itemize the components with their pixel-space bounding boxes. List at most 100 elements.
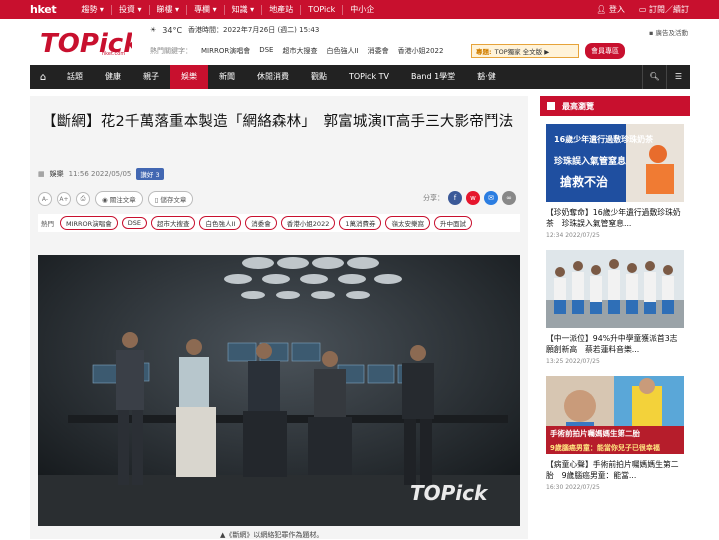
save-article-button[interactable]: ▯ 儲存文章 xyxy=(147,191,194,207)
svg-text:hket.com: hket.com xyxy=(102,51,125,57)
thumbnail[interactable]: 手術前拍片囑媽媽生第二胎 9歲腦癌男童：能當你兒子已很幸福 xyxy=(546,376,684,454)
link-icon[interactable]: ∞ xyxy=(502,191,516,205)
sidebar: 最高瀏覽 16歲少年遺行過敷珍珠奶茶 珍珠誤入氣管窒息 搶救不治 【珍奶奪命】1… xyxy=(540,96,690,539)
nav-item-active[interactable]: 娛樂 xyxy=(170,65,208,89)
hot-keyword[interactable]: MIRROR演唱會 xyxy=(201,46,250,56)
top-nav-item[interactable]: TOPick xyxy=(301,4,344,15)
font-increase-button[interactable]: A+ xyxy=(57,192,71,206)
nav-item[interactable]: 休閒消費 xyxy=(246,65,300,89)
tag[interactable]: 白色強人II xyxy=(199,216,242,230)
article-tools: A- A+ ⎙ ◉ 關注文章 ▯ 儲存文章 xyxy=(38,191,194,207)
search-icon[interactable]: 🔍︎ xyxy=(642,65,666,89)
top-nav-item[interactable]: 知識 ▾ xyxy=(225,4,263,15)
most-viewed-item[interactable]: 手術前拍片囑媽媽生第二胎 9歲腦癌男童：能當你兒子已很幸福 【病童心聲】手術前拍… xyxy=(546,376,684,491)
font-decrease-button[interactable]: A- xyxy=(38,192,52,206)
top-nav-item[interactable]: 中小企 xyxy=(343,5,381,15)
weather-info: ☀ 34°C 香港時間：2022年7月26日 (週二) 15:43 xyxy=(150,25,319,35)
datetime: 香港時間：2022年7月26日 (週二) 15:43 xyxy=(188,26,320,34)
login-button[interactable]: 👤︎ 登入 xyxy=(596,4,625,15)
print-icon[interactable]: ⎙ xyxy=(76,192,90,206)
top-nav-item[interactable]: 睇樓 ▾ xyxy=(150,4,188,15)
top-bar: hket 趨勢 ▾ 投資 ▾ 睇樓 ▾ 專欄 ▾ 知識 ▾ 地產站 TOPick… xyxy=(0,0,719,19)
hot-keyword[interactable]: 超市大搜查 xyxy=(282,46,317,56)
email-icon[interactable]: ✉ xyxy=(484,191,498,205)
hot-keywords-label: 熱門關鍵字： xyxy=(150,47,192,55)
promo-box[interactable]: 專題: TOP獨家 全文版 ▶ xyxy=(471,44,579,58)
tag[interactable]: 消委會 xyxy=(245,216,277,230)
most-viewed-date: 13:25 2022/07/25 xyxy=(546,358,600,365)
follow-article-button[interactable]: ◉ 關注文章 xyxy=(95,191,143,207)
article-photo: TOPick xyxy=(38,255,520,526)
tag[interactable]: MIRROR演唱會 xyxy=(60,216,118,230)
site-header: TOPick hket.com ☀ 34°C 香港時間：2022年7月26日 (… xyxy=(30,19,690,65)
tag[interactable]: 香港小姐2022 xyxy=(280,216,336,230)
facebook-like-button[interactable]: 讚好 3 xyxy=(136,168,164,180)
top-nav-item[interactable]: 地產站 xyxy=(262,4,302,15)
tags-label: 熱門 xyxy=(41,220,54,228)
category-icon: ▦ xyxy=(38,170,45,178)
temperature: 34°C xyxy=(162,25,183,35)
tag[interactable]: 超市大搜查 xyxy=(150,216,196,230)
most-viewed-item[interactable]: 【中一派位】94%升中學童獲派首3志願創新高 蔡若蓮料音樂... 13:25 2… xyxy=(546,250,684,365)
weibo-icon[interactable]: w xyxy=(466,191,480,205)
svg-text:手術前拍片囑媽媽生第二胎: 手術前拍片囑媽媽生第二胎 xyxy=(550,428,640,438)
tag[interactable]: 升中面試 xyxy=(433,216,472,230)
topick-logo[interactable]: TOPick hket.com xyxy=(40,25,132,59)
share-label: 分享： xyxy=(423,194,444,202)
most-viewed-date: 16:30 2022/07/25 xyxy=(546,484,600,491)
hot-keyword[interactable]: DSE xyxy=(259,46,273,56)
nav-item[interactable]: 話題 xyxy=(56,65,94,89)
nav-item[interactable]: 觀點 xyxy=(300,65,338,89)
nav-item[interactable]: Band 1學堂 xyxy=(400,65,466,89)
most-viewed-item[interactable]: 16歲少年遺行過敷珍珠奶茶 珍珠誤入氣管窒息 搶救不治 【珍奶奪命】16歲少年遺… xyxy=(546,124,684,239)
cart-icon: ▭ xyxy=(638,5,647,14)
most-viewed-title[interactable]: 【病童心聲】手術前拍片囑媽媽生第二胎 9歲腦癌男童：能當... xyxy=(546,459,684,481)
hot-keyword[interactable]: 香港小姐2022 xyxy=(398,46,444,56)
bookmark-icon: ▯ xyxy=(154,196,159,204)
nav-item[interactable]: 健康 xyxy=(94,65,132,89)
hot-keyword[interactable]: 消委會 xyxy=(368,46,389,56)
top-nav-item[interactable]: 投資 ▾ xyxy=(112,4,150,15)
thumbnail[interactable] xyxy=(546,250,684,328)
hot-keyword[interactable]: 白色強人II xyxy=(326,46,358,56)
svg-text:9歲腦癌男童：能當你兒子已很幸福: 9歲腦癌男童：能當你兒子已很幸福 xyxy=(550,443,660,452)
article-timestamp: 11:56 2022/05/05 xyxy=(68,170,132,178)
nav-item[interactable]: 豁·健 xyxy=(466,65,507,89)
user-icon: 👤︎ xyxy=(596,5,607,14)
facebook-icon[interactable]: f xyxy=(448,191,462,205)
ad-icon: ▪ xyxy=(649,29,654,37)
most-viewed-title[interactable]: 【中一派位】94%升中學童獲派首3志願創新高 蔡若蓮料音樂... xyxy=(546,333,684,355)
share-bar: 分享： f w ✉ ∞ xyxy=(423,191,516,205)
cast-photo: TOPick xyxy=(38,255,520,526)
thumbnail[interactable]: 16歲少年遺行過敷珍珠奶茶 珍珠誤入氣管窒息 搶救不治 xyxy=(546,124,684,202)
hket-logo[interactable]: hket xyxy=(30,3,57,16)
tag[interactable]: DSE xyxy=(121,217,147,229)
most-viewed-heading: 最高瀏覽 xyxy=(540,96,690,116)
home-icon[interactable]: ⌂ xyxy=(30,72,56,83)
most-viewed-title[interactable]: 【珍奶奪命】16歲少年遺行過敷珍珠奶茶 珍珠誤入氣管窒息... xyxy=(546,207,684,229)
menu-icon[interactable]: ☰ xyxy=(666,65,690,89)
main-nav: ⌂ 話題 健康 親子 娛樂 新聞 休閒消費 觀點 TOPick TV Band … xyxy=(30,65,690,89)
eye-icon: ◉ xyxy=(102,196,108,204)
article-headline: 【斷網】花2千萬落重本製造「網絡森林」 郭富城演IT高手三大影帝鬥法 xyxy=(42,114,514,130)
article-meta: ▦ 娛樂 11:56 2022/05/05 讚好 3 xyxy=(38,168,164,180)
top-nav-item[interactable]: 專欄 ▾ xyxy=(187,4,225,15)
nav-item[interactable]: 新聞 xyxy=(208,65,246,89)
ad-link[interactable]: ▪ 廣告及活動 xyxy=(649,27,688,37)
tag[interactable]: 1萬消費券 xyxy=(339,216,382,230)
most-viewed-date: 12:34 2022/07/25 xyxy=(546,232,600,239)
svg-text:TOPick: TOPick xyxy=(410,481,489,505)
svg-text:珍珠誤入氣管窒息: 珍珠誤入氣管窒息 xyxy=(554,155,626,167)
member-zone-button[interactable]: 會員專區 xyxy=(585,43,625,59)
top-nav-item[interactable]: 趨勢 ▾ xyxy=(74,4,112,15)
article-category[interactable]: 娛樂 xyxy=(50,169,64,179)
tag[interactable]: 嶺太安樂窩 xyxy=(385,216,430,230)
nav-item[interactable]: TOPick TV xyxy=(338,65,400,89)
tag-bar: 熱門 MIRROR演唱會 DSE 超市大搜查 白色強人II 消委會 香港小姐20… xyxy=(38,214,520,232)
svg-text:16歲少年遺行過敷珍珠奶茶: 16歲少年遺行過敷珍珠奶茶 xyxy=(554,134,654,144)
weather-icon: ☀ xyxy=(150,26,157,34)
nav-item[interactable]: 親子 xyxy=(132,65,170,89)
article: 【斷網】花2千萬落重本製造「網絡森林」 郭富城演IT高手三大影帝鬥法 ▦ 娛樂 … xyxy=(30,96,528,539)
subscribe-button[interactable]: ▭ 訂閱／續訂 xyxy=(639,4,689,15)
svg-text:搶救不治: 搶救不治 xyxy=(560,174,608,189)
